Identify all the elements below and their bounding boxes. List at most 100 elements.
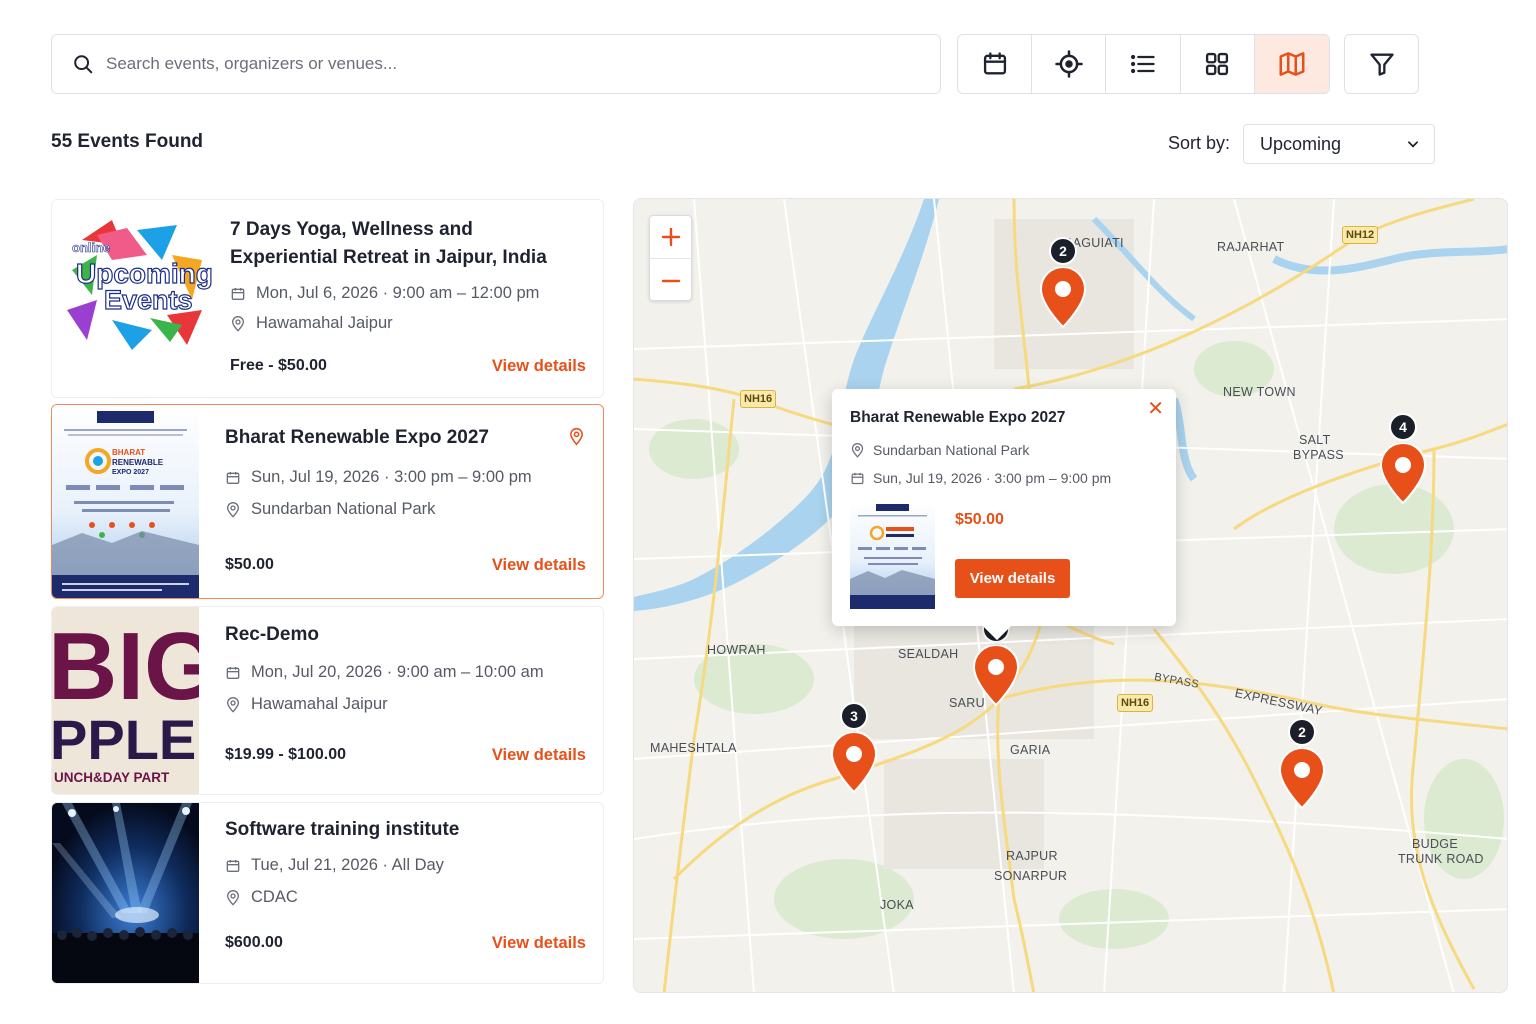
- sort-select[interactable]: Upcoming: [1243, 124, 1435, 164]
- plus-icon: [661, 227, 680, 247]
- map-label: MAHESHTALA: [650, 741, 737, 755]
- calendar-icon: [851, 472, 864, 484]
- list-icon: [1130, 54, 1155, 74]
- grid-view-button[interactable]: [1181, 35, 1255, 93]
- view-switcher: [957, 34, 1330, 94]
- event-title[interactable]: Software training institute: [225, 816, 459, 844]
- event-venue: CDAC: [225, 888, 298, 907]
- highway-shield: NH16: [740, 390, 777, 408]
- thumb-expo-text: EXPO 2027: [112, 469, 149, 476]
- map-marker-cluster[interactable]: 2: [1278, 718, 1326, 814]
- results-count: 55 Events Found: [51, 131, 204, 152]
- zoom-in-button[interactable]: [650, 216, 691, 259]
- map-marker-cluster[interactable]: 4: [1379, 413, 1427, 509]
- thumb-events-text: Events: [104, 285, 193, 315]
- popup-thumbnail: [850, 501, 935, 609]
- event-thumbnail: BHARAT RENEWABLE EXPO 2027: [52, 405, 199, 598]
- map-pin-icon: [1379, 442, 1427, 505]
- location-pin-icon: [231, 315, 245, 332]
- popup-title[interactable]: Bharat Renewable Expo 2027: [850, 409, 1065, 427]
- event-map[interactable]: BAGUIATI RAJARHAT NEW TOWN SALT BYPASS H…: [633, 198, 1508, 993]
- chevron-down-icon: [1408, 141, 1418, 148]
- highway-shield: NH12: [1342, 226, 1379, 244]
- event-venue: Sundarban National Park: [225, 500, 435, 519]
- map-view-button[interactable]: [1254, 35, 1329, 93]
- map-label: RAJPUR: [1006, 849, 1058, 863]
- view-details-link[interactable]: View details: [492, 357, 586, 376]
- thumb-pple-text: PPLE: [52, 708, 196, 771]
- map-label: JOKA: [880, 898, 914, 912]
- grid-icon: [1206, 52, 1229, 76]
- thumb-online-text: online: [72, 240, 110, 255]
- location-pin-icon: [851, 442, 864, 458]
- cluster-count: 4: [1389, 413, 1417, 441]
- thumb-bharat-text: BHARAT: [112, 448, 145, 457]
- view-details-link[interactable]: View details: [492, 746, 586, 765]
- thumb-lunch-text: UNCH&DAY PART: [54, 770, 170, 785]
- map-label: BUDGE: [1412, 837, 1458, 851]
- map-marker-cluster[interactable]: 2: [1039, 237, 1087, 333]
- map-marker-cluster[interactable]: 3: [830, 702, 878, 798]
- view-details-link[interactable]: View details: [492, 934, 586, 953]
- highway-shield: NH16: [1117, 694, 1154, 712]
- popup-price: $50.00: [955, 511, 1004, 528]
- calendar-icon: [226, 666, 240, 679]
- event-card-selected[interactable]: BHARAT RENEWABLE EXPO 2027 Bharat Renewa…: [51, 404, 604, 599]
- event-thumbnail: BIG PPLE UNCH&DAY PART: [52, 607, 199, 794]
- sort-label: Sort by:: [1168, 133, 1231, 153]
- event-card[interactable]: BIG PPLE UNCH&DAY PART Rec-Demo Mon, Jul…: [51, 606, 604, 795]
- calendar-icon: [226, 471, 240, 484]
- location-pin-icon[interactable]: [568, 427, 585, 451]
- map-label: BYPASS: [1293, 448, 1344, 462]
- search-icon: [72, 53, 94, 75]
- sort-value: Upcoming: [1260, 133, 1342, 154]
- popup-view-details-button[interactable]: View details: [955, 559, 1070, 598]
- map-pin-icon: [1278, 747, 1326, 810]
- thumb-big-text: BIG: [52, 613, 199, 720]
- map-label: SONARPUR: [994, 869, 1068, 883]
- map-label: SALT: [1299, 433, 1331, 447]
- event-price: $50.00: [225, 556, 274, 573]
- map-label: RAJARHAT: [1217, 240, 1285, 254]
- zoom-control: [649, 215, 692, 301]
- event-date: Sun, Jul 19, 2026 · 3:00 pm – 9:00 pm: [225, 468, 532, 487]
- cluster-count: 2: [1049, 237, 1077, 265]
- thumb-renewable-text: RENEWABLE: [112, 458, 164, 467]
- map-marker-cluster-selected[interactable]: 5: [972, 615, 1020, 711]
- calendar-icon: [231, 287, 245, 300]
- event-price: $600.00: [225, 934, 283, 951]
- list-view-button[interactable]: [1106, 35, 1181, 93]
- location-pin-icon: [226, 889, 240, 906]
- popup-date: Sun, Jul 19, 2026 · 3:00 pm – 9:00 pm: [850, 470, 1111, 486]
- map-label: HOWRAH: [707, 643, 766, 657]
- event-title[interactable]: 7 Days Yoga, Wellness and Experiential R…: [230, 216, 547, 272]
- event-date: Mon, Jul 6, 2026 · 9:00 am – 12:00 pm: [230, 284, 539, 303]
- filter-icon: [1369, 53, 1394, 76]
- event-venue: Hawamahal Jaipur: [225, 695, 388, 714]
- calendar-icon: [983, 52, 1006, 75]
- cluster-count: 3: [840, 702, 868, 730]
- zoom-out-button[interactable]: [650, 259, 691, 302]
- map-label: SEALDAH: [898, 647, 959, 661]
- event-card[interactable]: online Upcoming Events 7 Days Yoga, Well…: [51, 199, 604, 398]
- filter-button[interactable]: [1344, 34, 1419, 94]
- event-title[interactable]: Bharat Renewable Expo 2027: [225, 424, 489, 452]
- close-icon[interactable]: ✕: [1147, 399, 1164, 419]
- crosshair-icon: [1055, 50, 1083, 78]
- calendar-view-button[interactable]: [958, 35, 1033, 93]
- event-price: Free - $50.00: [230, 357, 327, 374]
- popup-venue: Sundarban National Park: [850, 442, 1029, 458]
- cluster-count: 2: [1288, 718, 1316, 746]
- event-title[interactable]: Rec-Demo: [225, 621, 319, 649]
- nearby-view-button[interactable]: [1032, 35, 1107, 93]
- view-details-link[interactable]: View details: [492, 556, 586, 575]
- event-thumbnail: online Upcoming Events: [52, 200, 212, 397]
- event-thumbnail: [52, 803, 199, 983]
- location-pin-icon: [226, 696, 240, 713]
- search-bar[interactable]: [51, 34, 941, 94]
- location-pin-icon: [226, 501, 240, 518]
- minus-icon: [661, 279, 680, 282]
- search-input[interactable]: [106, 54, 886, 74]
- event-card[interactable]: Software training institute Tue, Jul 21,…: [51, 802, 604, 984]
- map-pin-icon: [1039, 266, 1087, 329]
